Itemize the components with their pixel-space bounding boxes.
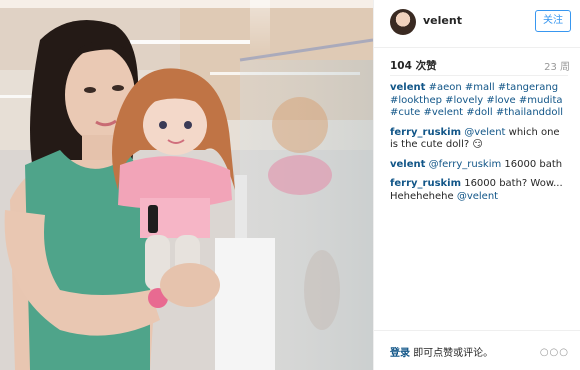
comment-username[interactable]: ferry_ruskim [390,127,461,138]
login-prompt: 登录 即可点赞或评论。 [390,344,493,359]
photo-illustration [0,0,373,370]
post-timestamp[interactable]: 23 周 [544,58,570,73]
post-author-username[interactable]: velent [423,14,462,27]
comment-item: ferry_ruskim @velent which one is the cu… [390,127,568,152]
comment-item: velent #aeon #mall #tangerang #lookthep … [390,82,568,120]
comment-mention[interactable]: @velent [457,191,498,202]
comments-list: velent #aeon #mall #tangerang #lookthep … [390,82,568,210]
ellipsis-icon[interactable]: ○○○ [540,347,569,358]
comment-mention[interactable]: @velent [464,127,505,138]
divider [390,75,568,76]
post-footer: 登录 即可点赞或评论。 ○○○ [374,330,580,370]
likes-count[interactable]: 104 次赞 [390,58,437,73]
post-sidebar: velent 关注 104 次赞 23 周 velent #aeon #mall… [373,0,580,370]
comment-text: 16000 bath [504,158,563,170]
login-prompt-text: 即可点赞或评论。 [413,348,494,359]
post-photo [0,0,373,370]
likes-row: 104 次赞 23 周 [390,58,570,74]
follow-button[interactable]: 关注 [535,10,571,32]
comment-username[interactable]: ferry_ruskim [390,178,461,189]
comment-username[interactable]: velent [390,159,425,170]
avatar[interactable] [390,9,416,35]
login-link[interactable]: 登录 [390,348,410,359]
comment-item: ferry_ruskim 16000 bath? Wow... Hehehehe… [390,178,568,203]
post-header: velent 关注 [374,0,580,48]
comment-item: velent @ferry_ruskim 16000 bath [390,159,568,172]
comment-mention[interactable]: @ferry_ruskim [429,159,502,170]
comment-username[interactable]: velent [390,82,425,93]
